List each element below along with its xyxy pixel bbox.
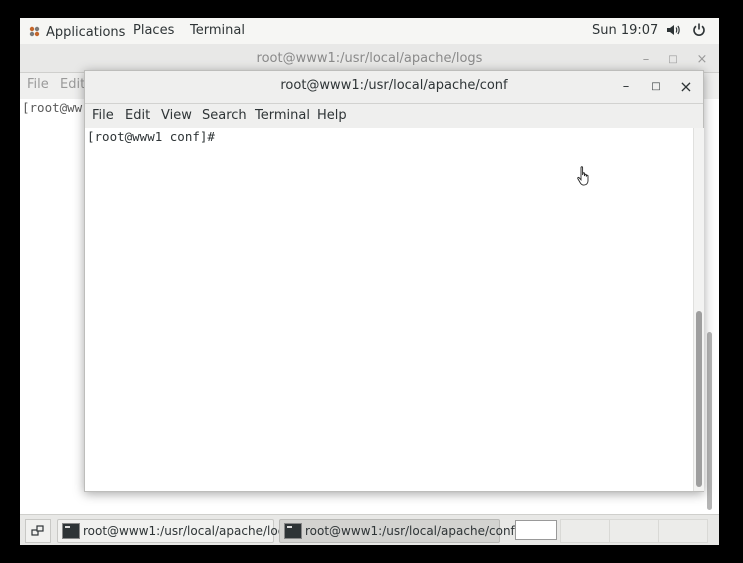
menu-terminal[interactable]: Terminal [255, 108, 310, 123]
close-button[interactable]: × [675, 77, 697, 97]
back-terminal-prompt: [root@ww [22, 100, 83, 115]
terminal-menu[interactable]: Terminal [190, 23, 245, 38]
places-label: Places [133, 23, 175, 38]
volume-icon[interactable] [665, 22, 681, 42]
menu-file[interactable]: File [92, 108, 114, 123]
terminal-icon [62, 523, 80, 539]
taskbar-item-conf[interactable]: root@www1:/usr/local/apache/conf [279, 519, 515, 543]
taskbar-item-logs[interactable]: root@www1:/usr/local/apache/logs [57, 519, 292, 543]
back-close-button[interactable]: × [691, 50, 713, 70]
clock[interactable]: Sun 19:07 [592, 23, 658, 38]
front-window-titlebar[interactable]: root@www1:/usr/local/apache/conf – □ × [85, 71, 703, 104]
scrollbar-thumb[interactable] [696, 311, 702, 487]
places-menu[interactable]: Places [133, 23, 174, 38]
clock-label: Sun 19:07 [592, 23, 659, 38]
front-window-title: root@www1:/usr/local/apache/conf [280, 78, 508, 93]
menu-help[interactable]: Help [317, 108, 347, 123]
hand-cursor-icon [577, 166, 589, 186]
menu-search[interactable]: Search [202, 108, 247, 123]
workspace-4[interactable] [658, 519, 708, 543]
scrollbar[interactable] [693, 128, 704, 491]
terminal-icon [284, 523, 302, 539]
back-menu-file[interactable]: File [27, 77, 49, 92]
taskbar-item-label: root@www1:/usr/local/apache/conf [305, 524, 515, 538]
terminal-content[interactable]: [root@www1 conf]# [85, 128, 693, 491]
applications-label: Applications [46, 25, 126, 40]
front-terminal-window[interactable]: root@www1:/usr/local/apache/conf – □ × F… [84, 70, 704, 492]
maximize-button[interactable]: □ [645, 77, 667, 97]
back-minimize-button[interactable]: – [635, 50, 657, 70]
menu-edit[interactable]: Edit [125, 108, 150, 123]
menu-view[interactable]: View [161, 108, 192, 123]
back-window-title: root@www1:/usr/local/apache/logs [256, 51, 483, 66]
taskbar-item-label: root@www1:/usr/local/apache/logs [83, 524, 292, 538]
workspace-2[interactable] [560, 519, 610, 543]
back-window-titlebar[interactable]: root@www1:/usr/local/apache/logs – □ × [20, 44, 719, 73]
back-maximize-button[interactable]: □ [662, 50, 684, 70]
bottom-taskbar: root@www1:/usr/local/apache/logs root@ww… [20, 514, 719, 545]
show-desktop-icon [31, 525, 44, 536]
workspace-3[interactable] [609, 519, 659, 543]
minimize-button[interactable]: – [615, 77, 637, 97]
back-scrollbar[interactable] [707, 332, 712, 510]
terminal-prompt: [root@www1 conf]# [87, 129, 215, 144]
show-desktop-button[interactable] [25, 519, 51, 543]
power-icon[interactable] [691, 22, 707, 42]
applications-icon [29, 26, 40, 37]
applications-menu[interactable]: Applications [28, 23, 125, 40]
back-menu-edit[interactable]: Edit [60, 77, 85, 92]
workspace-1[interactable] [515, 520, 557, 540]
top-panel: Applications Places Terminal Sun 19:07 [20, 18, 719, 45]
terminal-label: Terminal [190, 23, 245, 38]
front-window-menubar: File Edit View Search Terminal Help [85, 104, 703, 128]
desktop: Applications Places Terminal Sun 19:07 r… [20, 18, 719, 545]
